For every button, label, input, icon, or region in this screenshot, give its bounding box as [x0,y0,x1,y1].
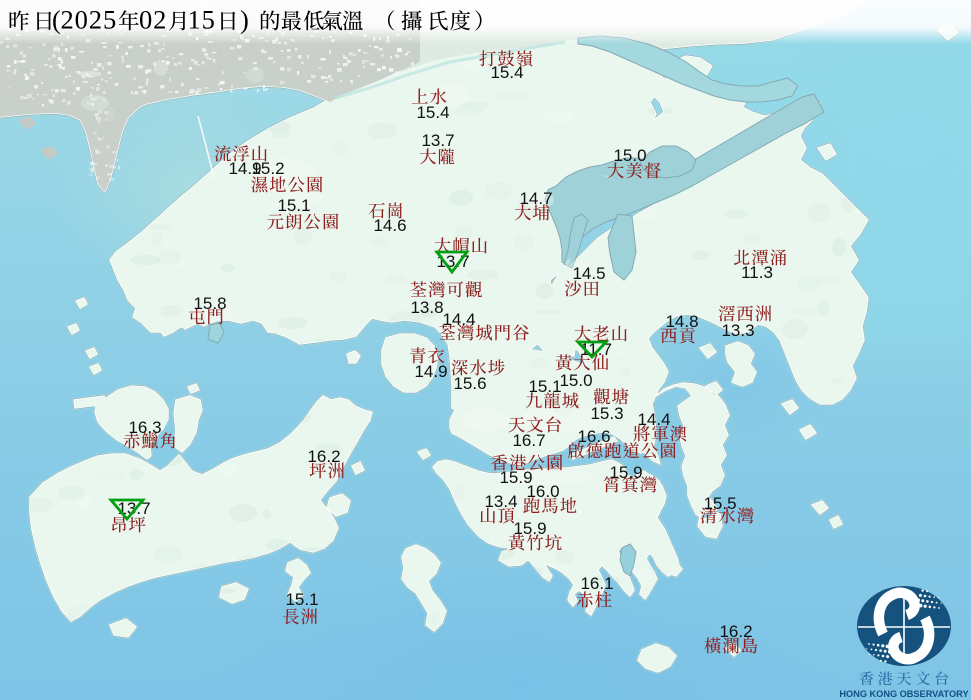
svg-text:15.9: 15.9 [609,463,642,482]
svg-text:15.9: 15.9 [513,519,546,538]
svg-text:15.1: 15.1 [277,196,310,215]
svg-text:14.7: 14.7 [519,189,552,208]
svg-text:13.7: 13.7 [421,131,454,150]
svg-text:02: 02 [139,5,167,35]
svg-text:16.2: 16.2 [719,622,752,641]
svg-text:15.6: 15.6 [453,374,486,393]
svg-text:16.3: 16.3 [128,418,161,437]
svg-text:15: 15 [188,5,216,35]
svg-text:14.9: 14.9 [414,362,447,381]
svg-text:14.4: 14.4 [442,310,475,329]
svg-text:16.1: 16.1 [580,574,613,593]
svg-text:2025: 2025 [61,5,118,35]
svg-text:15.0: 15.0 [559,371,592,390]
svg-text:16.0: 16.0 [526,482,559,501]
svg-text:15.8: 15.8 [193,294,226,313]
svg-text:15.4: 15.4 [490,63,523,82]
svg-text:13.3: 13.3 [721,321,754,340]
svg-text:15.1: 15.1 [528,377,561,396]
svg-text:16.2: 16.2 [307,447,340,466]
svg-text:15.5: 15.5 [703,494,736,513]
svg-text:16.6: 16.6 [577,427,610,446]
svg-text:13.8: 13.8 [410,298,443,317]
svg-text:16.7: 16.7 [512,431,545,450]
svg-text:13.4: 13.4 [484,492,517,511]
svg-text:15.3: 15.3 [590,404,623,423]
svg-text:15.4: 15.4 [416,103,449,122]
svg-text:15.0: 15.0 [613,146,646,165]
svg-text:14.6: 14.6 [373,216,406,235]
svg-text:(: ( [52,5,61,35]
svg-text:14.8: 14.8 [665,312,698,331]
svg-text:): ) [240,5,249,35]
svg-text:HONG KONG OBSERVATORY: HONG KONG OBSERVATORY [839,689,968,699]
svg-text:15.2: 15.2 [251,159,284,178]
svg-text:11.3: 11.3 [741,263,773,282]
svg-text:14.5: 14.5 [572,264,605,283]
svg-text:15.1: 15.1 [285,590,318,609]
svg-text:14.4: 14.4 [637,410,670,429]
